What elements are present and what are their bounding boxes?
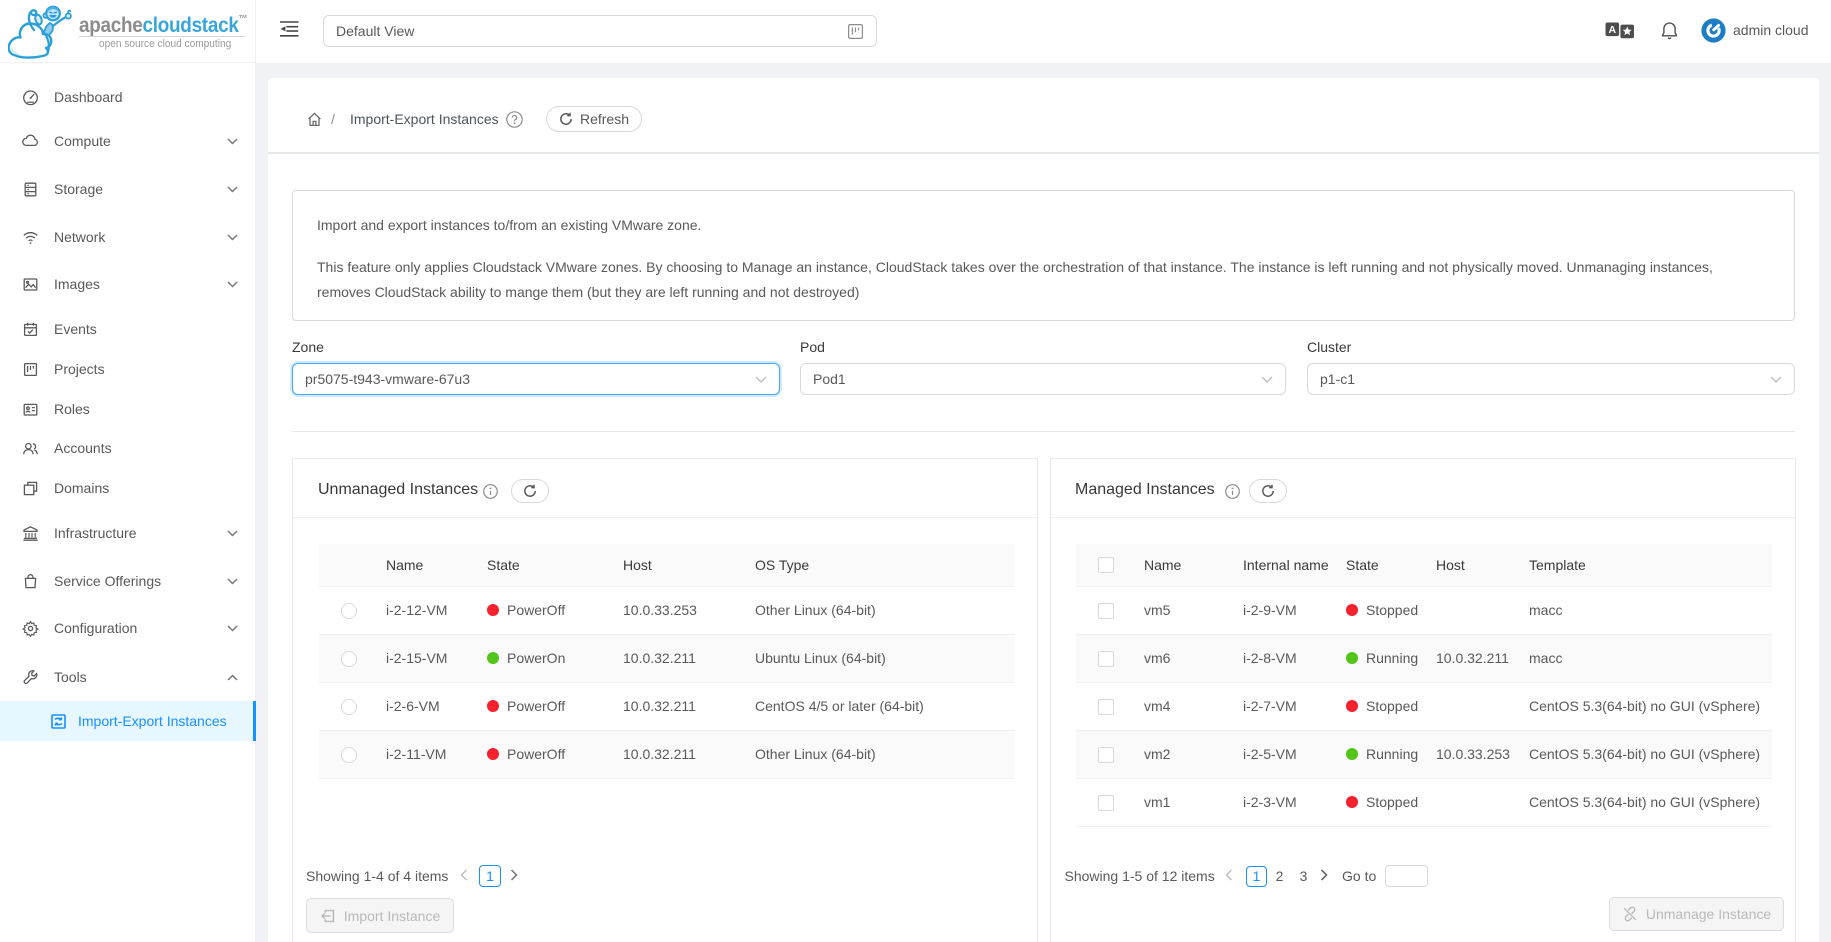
svg-text:A: A (1609, 24, 1617, 36)
